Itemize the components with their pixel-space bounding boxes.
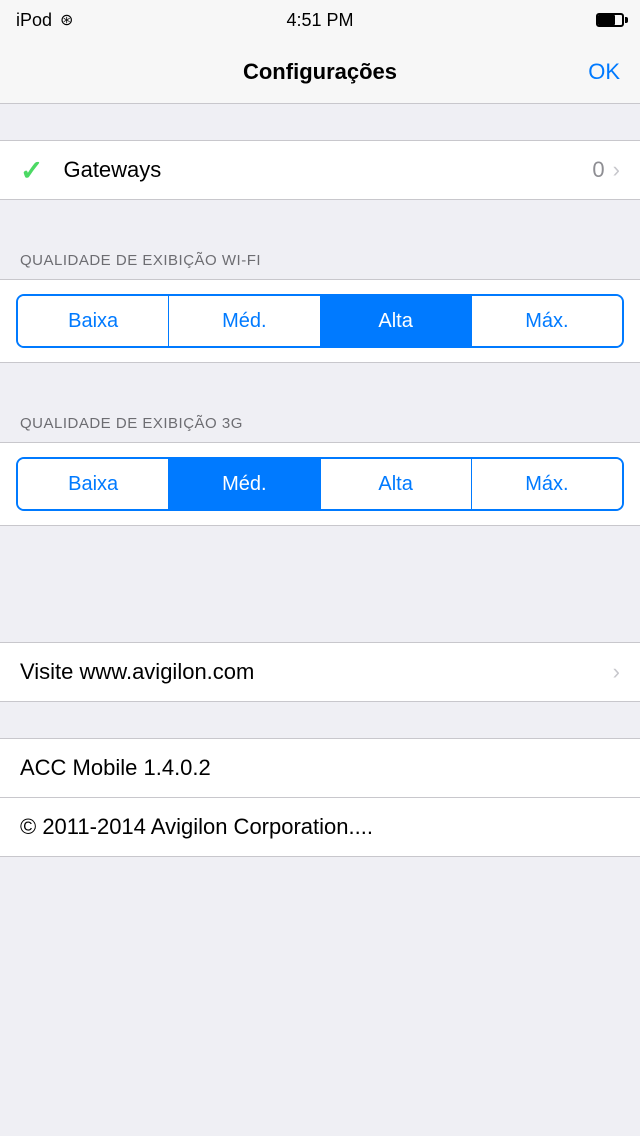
spacer-1 [0,200,640,236]
status-right [596,13,624,27]
status-time: 4:51 PM [286,10,353,31]
wifi-seg-max[interactable]: Máx. [472,296,622,346]
visit-label: Visite www.avigilon.com [20,643,613,701]
top-spacer [0,104,640,140]
wifi-segmented-control: Baixa Méd. Alta Máx. [16,294,624,348]
nav-bar: Configurações OK [0,40,640,104]
version-label: ACC Mobile 1.4.0.2 [20,739,211,797]
threeg-quality-section: QUALIDADE DE EXIBIÇÃO 3G Baixa Méd. Alta… [0,399,640,526]
wifi-icon: ⊛ [60,10,73,30]
spacer-2 [0,363,640,399]
threeg-segmented-control: Baixa Méd. Alta Máx. [16,457,624,511]
battery-icon [596,13,624,27]
bottom-section: Visite www.avigilon.com › [0,642,640,702]
device-label: iPod [16,10,52,31]
threeg-seg-alta[interactable]: Alta [321,459,472,509]
status-left: iPod ⊛ [16,10,73,31]
threeg-quality-header: QUALIDADE DE EXIBIÇÃO 3G [0,399,640,442]
checkmark-icon: ✓ [20,154,43,187]
version-row: ACC Mobile 1.4.0.2 [0,739,640,798]
visit-row[interactable]: Visite www.avigilon.com › [0,643,640,701]
threeg-seg-baixa[interactable]: Baixa [18,459,169,509]
wifi-seg-alta[interactable]: Alta [321,296,472,346]
threeg-seg-max[interactable]: Máx. [472,459,622,509]
threeg-seg-med[interactable]: Méd. [169,459,320,509]
gateways-row[interactable]: ✓ Gateways 0 › [0,141,640,199]
wifi-quality-header: QUALIDADE DE EXIBIÇÃO WI-FI [0,236,640,279]
ok-button[interactable]: OK [588,59,620,85]
status-bar: iPod ⊛ 4:51 PM [0,0,640,40]
gateways-label: Gateways [63,157,592,183]
spacer-3 [0,526,640,606]
nav-title: Configurações [243,59,397,85]
gateways-chevron-icon: › [613,157,620,183]
gateways-value: 0 [592,157,604,183]
wifi-quality-section: QUALIDADE DE EXIBIÇÃO WI-FI Baixa Méd. A… [0,236,640,363]
copyright-row: © 2011-2014 Avigilon Corporation.... [0,798,640,856]
copyright-label: © 2011-2014 Avigilon Corporation.... [20,798,373,856]
gateways-section: ✓ Gateways 0 › [0,140,640,200]
wifi-seg-baixa[interactable]: Baixa [18,296,169,346]
wifi-seg-med[interactable]: Méd. [169,296,320,346]
threeg-quality-container: Baixa Méd. Alta Máx. [0,442,640,526]
info-section: ACC Mobile 1.4.0.2 © 2011-2014 Avigilon … [0,738,640,857]
visit-chevron-icon: › [613,659,620,685]
wifi-quality-container: Baixa Méd. Alta Máx. [0,279,640,363]
